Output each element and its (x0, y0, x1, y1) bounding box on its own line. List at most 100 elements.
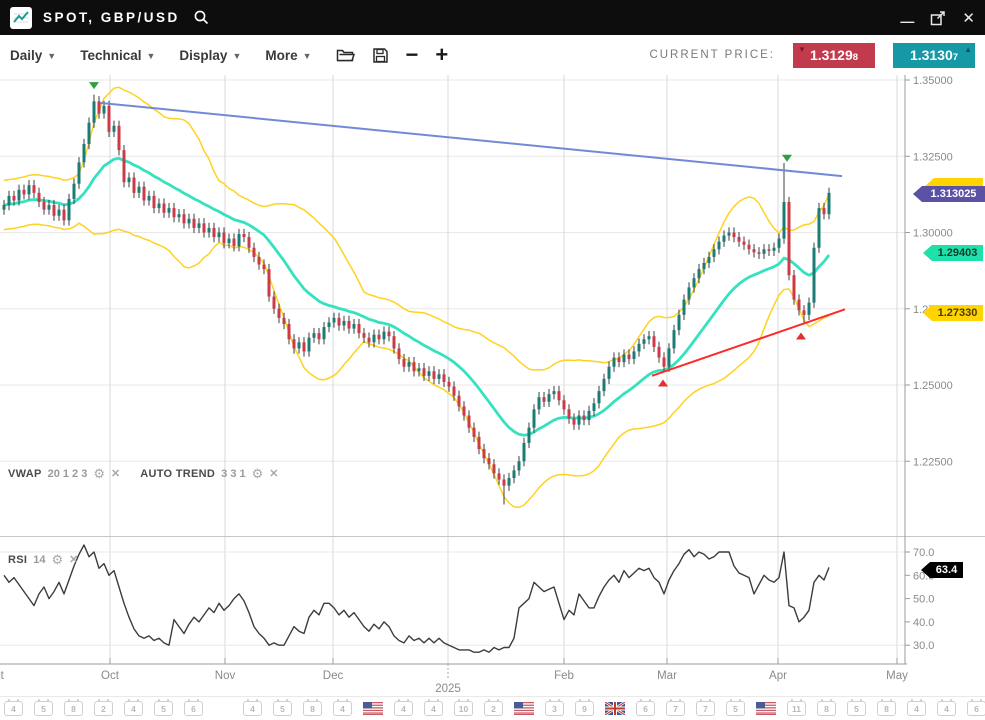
calendar-event-icon[interactable]: 8 (64, 701, 83, 716)
us-flag-icon[interactable] (514, 702, 534, 715)
technical-dropdown[interactable]: Technical ▼ (80, 48, 155, 63)
calendar-event-icon[interactable]: 6 (184, 701, 203, 716)
auto-trend-settings-gear-icon[interactable]: ⚙ (252, 468, 264, 479)
trendline (652, 309, 845, 375)
chevron-down-icon: ▼ (303, 51, 312, 61)
rsi-label: RSI (8, 554, 27, 566)
x-axis-month-label: Feb (554, 670, 574, 682)
technical-dropdown-label: Technical (80, 48, 141, 63)
sell-signal-marker (89, 82, 99, 89)
calendar-event-icon[interactable]: 5 (34, 701, 53, 716)
ask-price-badge: 1.31307 ▲ (893, 43, 975, 68)
rsi-settings-gear-icon[interactable]: ⚙ (52, 554, 64, 565)
ask-price-pip: 7 (953, 52, 958, 63)
calendar-event-icon[interactable]: 4 (937, 701, 956, 716)
chevron-down-icon: ▼ (146, 51, 155, 61)
calendar-event-icon[interactable]: 5 (847, 701, 866, 716)
x-axis-month-label: Oct (101, 670, 120, 682)
calendar-event-icon[interactable]: 4 (907, 701, 926, 716)
calendar-event-icon[interactable]: 4 (124, 701, 143, 716)
x-axis-month-label: Sept (0, 670, 5, 682)
vwap-label: VWAP (8, 468, 42, 480)
calendar-event-icon[interactable]: 6 (967, 701, 985, 716)
calendar-event-icon[interactable]: 5 (154, 701, 173, 716)
y-axis-tick-label: 1.25000 (913, 380, 953, 392)
calendar-event-icon[interactable]: 9 (575, 701, 594, 716)
y-axis-tick-label: 1.35000 (913, 75, 953, 87)
calendar-event-icon[interactable]: 8 (817, 701, 836, 716)
chevron-down-icon: ▼ (47, 51, 56, 61)
display-dropdown[interactable]: Display▼ (179, 48, 241, 63)
more-dropdown[interactable]: More ▼ (265, 48, 311, 63)
toolbar: Daily ▼ Technical ▼ Display▼ More ▼ − + (0, 35, 985, 75)
calendar-event-icon[interactable]: 3 (545, 701, 564, 716)
auto-trend-legend: AUTO TREND 3 3 1 ⚙ ✕ (140, 467, 278, 480)
calendar-event-icon[interactable]: 4 (243, 701, 262, 716)
x-axis-year-label: 2025 (435, 683, 461, 695)
vwap-remove-icon[interactable]: ✕ (111, 467, 120, 480)
auto-trend-label: AUTO TREND (140, 468, 215, 480)
calendar-event-icon[interactable]: 8 (303, 701, 322, 716)
popout-window-button[interactable] (930, 10, 946, 26)
calendar-strip: 458245645844410239677511858446 (0, 696, 985, 720)
y-axis-tick-label: 1.22500 (913, 456, 953, 468)
calendar-event-icon[interactable]: 8 (877, 701, 896, 716)
bid-price-pip: 8 (853, 52, 858, 63)
title-bar: SPOT, GBP/USD — ✕ (0, 0, 985, 35)
calendar-event-icon[interactable]: 2 (94, 701, 113, 716)
minimize-button[interactable]: — (900, 16, 914, 26)
us-flag-icon[interactable] (756, 702, 776, 715)
vwap-legend: VWAP 20 1 2 3 ⚙ ✕ (8, 467, 120, 480)
vwap-settings-gear-icon[interactable]: ⚙ (93, 468, 105, 479)
save-icon[interactable] (372, 47, 389, 64)
calendar-event-icon[interactable]: 11 (787, 701, 806, 716)
rsi-axis-tick-label: 40.0 (913, 617, 934, 629)
zoom-in-button[interactable]: + (435, 45, 448, 65)
search-icon[interactable] (193, 9, 210, 26)
vwap-line (4, 158, 829, 435)
y-axis-tick-label: 1.27500 (913, 304, 953, 316)
calendar-event-icon[interactable]: 10 (454, 701, 473, 716)
indicator-legend-row: VWAP 20 1 2 3 ⚙ ✕ AUTO TREND 3 3 1 ⚙ ✕ (8, 467, 293, 480)
calendar-event-icon[interactable]: 7 (696, 701, 715, 716)
rsi-params: 14 (33, 554, 45, 566)
us-flag-icon[interactable] (363, 702, 383, 715)
rsi-axis-tick-label: 30.0 (913, 640, 934, 652)
uk-flag-icon[interactable] (605, 702, 625, 715)
x-axis-month-label: Dec (323, 670, 344, 682)
rsi-axis-tick-label: 50.0 (913, 594, 934, 606)
chevron-down-icon: ▼ (232, 51, 241, 61)
app-window: SPOT, GBP/USD — ✕ Daily ▼ Technical (0, 0, 985, 720)
rsi-chart[interactable]: 70.060.050.040.030.0SeptOctNovDecFebMarA… (0, 536, 985, 696)
auto-trend-remove-icon[interactable]: ✕ (269, 467, 278, 480)
calendar-event-icon[interactable]: 2 (484, 701, 503, 716)
x-axis-month-label: May (886, 670, 908, 682)
timeframe-dropdown[interactable]: Daily ▼ (10, 48, 56, 63)
bid-price-value: 1.3129 (810, 47, 853, 63)
zoom-out-button[interactable]: − (406, 45, 419, 65)
x-axis-month-label: Mar (657, 670, 677, 682)
calendar-event-icon[interactable]: 6 (636, 701, 655, 716)
rsi-axis-tick-label: 70.0 (913, 547, 934, 559)
auto-trend-params: 3 3 1 (221, 468, 245, 480)
more-dropdown-label: More (265, 48, 297, 63)
y-axis-tick-label: 1.32500 (913, 151, 953, 163)
x-axis-month-label: Nov (215, 670, 236, 682)
ask-price-value: 1.3130 (910, 47, 953, 63)
calendar-event-icon[interactable]: 5 (726, 701, 745, 716)
calendar-event-icon[interactable]: 4 (424, 701, 443, 716)
calendar-event-icon[interactable]: 4 (394, 701, 413, 716)
open-folder-icon[interactable] (336, 47, 355, 63)
calendar-event-icon[interactable]: 4 (333, 701, 352, 716)
bid-price-badge: ▼ 1.31298 (793, 43, 875, 68)
close-icon[interactable]: ✕ (962, 9, 975, 27)
rsi-legend: RSI 14 ⚙ ✕ (8, 553, 78, 566)
sell-signal-marker (782, 155, 792, 162)
calendar-event-icon[interactable]: 7 (666, 701, 685, 716)
buy-signal-marker (796, 333, 806, 340)
symbol-title: SPOT, GBP/USD (43, 10, 180, 25)
calendar-event-icon[interactable]: 5 (273, 701, 292, 716)
calendar-event-icon[interactable]: 4 (4, 701, 23, 716)
rsi-remove-icon[interactable]: ✕ (69, 553, 78, 566)
timeframe-dropdown-label: Daily (10, 48, 42, 63)
